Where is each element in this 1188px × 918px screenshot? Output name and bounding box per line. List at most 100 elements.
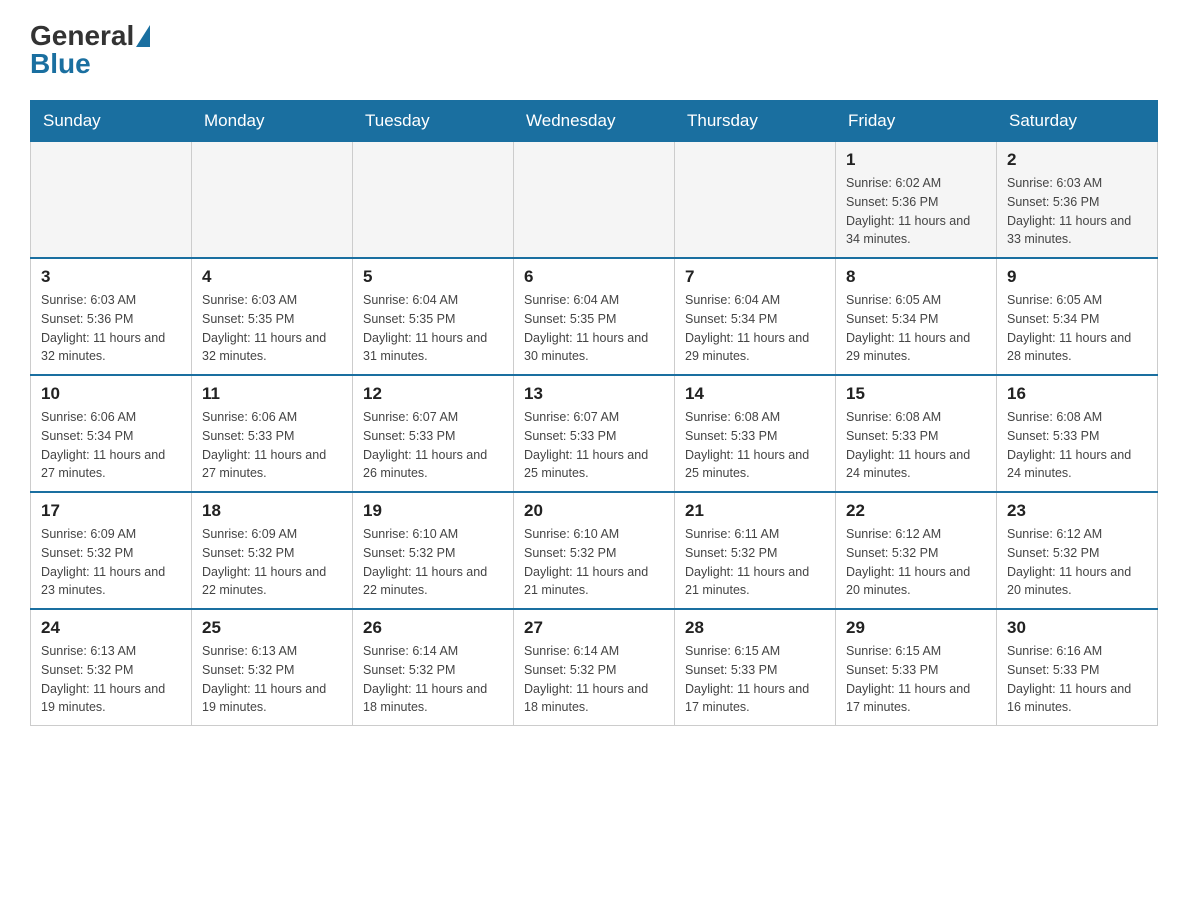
calendar-day-cell: 8 Sunrise: 6:05 AMSunset: 5:34 PMDaylight… [836,258,997,375]
day-info: Sunrise: 6:08 AMSunset: 5:33 PMDaylight:… [685,408,825,483]
day-number: 21 [685,501,825,521]
calendar-week-row: 10Sunrise: 6:06 AMSunset: 5:34 PMDayligh… [31,375,1158,492]
day-number: 6 [524,267,664,287]
day-info: Sunrise: 6:03 AMSunset: 5:35 PMDaylight:… [202,291,342,366]
calendar-day-cell: 3 Sunrise: 6:03 AMSunset: 5:36 PMDaylight… [31,258,192,375]
calendar-day-cell: 21 Sunrise: 6:11 AMSunset: 5:32 PMDayligh… [675,492,836,609]
day-info: Sunrise: 6:03 AMSunset: 5:36 PMDaylight:… [1007,174,1147,249]
weekday-header-thursday: Thursday [675,101,836,142]
day-number: 29 [846,618,986,638]
day-number: 9 [1007,267,1147,287]
day-number: 27 [524,618,664,638]
day-info: Sunrise: 6:05 AMSunset: 5:34 PMDaylight:… [1007,291,1147,366]
day-info: Sunrise: 6:14 AMSunset: 5:32 PMDaylight:… [363,642,503,717]
calendar-day-cell: 9 Sunrise: 6:05 AMSunset: 5:34 PMDaylight… [997,258,1158,375]
day-number: 11 [202,384,342,404]
day-info: Sunrise: 6:10 AMSunset: 5:32 PMDaylight:… [524,525,664,600]
day-info: Sunrise: 6:12 AMSunset: 5:32 PMDaylight:… [1007,525,1147,600]
calendar-day-cell [675,142,836,259]
calendar-day-cell: 13 Sunrise: 6:07 AMSunset: 5:33 PMDayligh… [514,375,675,492]
calendar-week-row: 1 Sunrise: 6:02 AMSunset: 5:36 PMDaylight… [31,142,1158,259]
day-number: 5 [363,267,503,287]
calendar-day-cell: 16 Sunrise: 6:08 AMSunset: 5:33 PMDayligh… [997,375,1158,492]
day-number: 3 [41,267,181,287]
calendar-day-cell: 23 Sunrise: 6:12 AMSunset: 5:32 PMDayligh… [997,492,1158,609]
calendar-day-cell: 25Sunrise: 6:13 AMSunset: 5:32 PMDayligh… [192,609,353,726]
day-info: Sunrise: 6:11 AMSunset: 5:32 PMDaylight:… [685,525,825,600]
calendar-day-cell: 14 Sunrise: 6:08 AMSunset: 5:33 PMDayligh… [675,375,836,492]
calendar-table: SundayMondayTuesdayWednesdayThursdayFrid… [30,100,1158,726]
day-info: Sunrise: 6:07 AMSunset: 5:33 PMDaylight:… [524,408,664,483]
calendar-day-cell [192,142,353,259]
weekday-header-wednesday: Wednesday [514,101,675,142]
day-number: 19 [363,501,503,521]
day-number: 2 [1007,150,1147,170]
day-info: Sunrise: 6:12 AMSunset: 5:32 PMDaylight:… [846,525,986,600]
day-info: Sunrise: 6:15 AMSunset: 5:33 PMDaylight:… [846,642,986,717]
day-number: 17 [41,501,181,521]
calendar-day-cell: 24Sunrise: 6:13 AMSunset: 5:32 PMDayligh… [31,609,192,726]
calendar-day-cell: 22Sunrise: 6:12 AMSunset: 5:32 PMDayligh… [836,492,997,609]
day-number: 7 [685,267,825,287]
day-number: 8 [846,267,986,287]
day-info: Sunrise: 6:08 AMSunset: 5:33 PMDaylight:… [1007,408,1147,483]
logo: General Blue [30,20,150,80]
day-info: Sunrise: 6:04 AMSunset: 5:35 PMDaylight:… [363,291,503,366]
logo-blue-text: Blue [30,48,91,79]
day-number: 25 [202,618,342,638]
weekday-header-saturday: Saturday [997,101,1158,142]
weekday-header-tuesday: Tuesday [353,101,514,142]
day-info: Sunrise: 6:14 AMSunset: 5:32 PMDaylight:… [524,642,664,717]
day-info: Sunrise: 6:08 AMSunset: 5:33 PMDaylight:… [846,408,986,483]
calendar-day-cell: 29 Sunrise: 6:15 AMSunset: 5:33 PMDayligh… [836,609,997,726]
calendar-day-cell: 27 Sunrise: 6:14 AMSunset: 5:32 PMDayligh… [514,609,675,726]
day-number: 20 [524,501,664,521]
day-info: Sunrise: 6:05 AMSunset: 5:34 PMDaylight:… [846,291,986,366]
calendar-day-cell: 19 Sunrise: 6:10 AMSunset: 5:32 PMDayligh… [353,492,514,609]
calendar-day-cell: 20 Sunrise: 6:10 AMSunset: 5:32 PMDayligh… [514,492,675,609]
calendar-day-cell: 12 Sunrise: 6:07 AMSunset: 5:33 PMDayligh… [353,375,514,492]
calendar-day-cell: 15 Sunrise: 6:08 AMSunset: 5:33 PMDayligh… [836,375,997,492]
calendar-day-cell: 2 Sunrise: 6:03 AMSunset: 5:36 PMDaylight… [997,142,1158,259]
day-number: 13 [524,384,664,404]
day-number: 15 [846,384,986,404]
day-number: 30 [1007,618,1147,638]
calendar-day-cell: 26 Sunrise: 6:14 AMSunset: 5:32 PMDayligh… [353,609,514,726]
day-number: 28 [685,618,825,638]
day-number: 23 [1007,501,1147,521]
day-info: Sunrise: 6:04 AMSunset: 5:34 PMDaylight:… [685,291,825,366]
calendar-day-cell [514,142,675,259]
weekday-header-row: SundayMondayTuesdayWednesdayThursdayFrid… [31,101,1158,142]
calendar-day-cell: 1 Sunrise: 6:02 AMSunset: 5:36 PMDaylight… [836,142,997,259]
day-number: 18 [202,501,342,521]
calendar-day-cell: 18 Sunrise: 6:09 AMSunset: 5:32 PMDayligh… [192,492,353,609]
calendar-week-row: 3 Sunrise: 6:03 AMSunset: 5:36 PMDaylight… [31,258,1158,375]
day-info: Sunrise: 6:13 AMSunset: 5:32 PMDaylight:… [41,642,181,717]
calendar-week-row: 17 Sunrise: 6:09 AMSunset: 5:32 PMDayligh… [31,492,1158,609]
calendar-day-cell: 11 Sunrise: 6:06 AMSunset: 5:33 PMDayligh… [192,375,353,492]
day-number: 10 [41,384,181,404]
calendar-day-cell: 4 Sunrise: 6:03 AMSunset: 5:35 PMDaylight… [192,258,353,375]
calendar-day-cell [31,142,192,259]
day-number: 16 [1007,384,1147,404]
day-info: Sunrise: 6:04 AMSunset: 5:35 PMDaylight:… [524,291,664,366]
calendar-week-row: 24Sunrise: 6:13 AMSunset: 5:32 PMDayligh… [31,609,1158,726]
calendar-day-cell: 30 Sunrise: 6:16 AMSunset: 5:33 PMDayligh… [997,609,1158,726]
calendar-day-cell: 5 Sunrise: 6:04 AMSunset: 5:35 PMDaylight… [353,258,514,375]
day-number: 1 [846,150,986,170]
day-info: Sunrise: 6:10 AMSunset: 5:32 PMDaylight:… [363,525,503,600]
day-number: 14 [685,384,825,404]
day-info: Sunrise: 6:16 AMSunset: 5:33 PMDaylight:… [1007,642,1147,717]
weekday-header-sunday: Sunday [31,101,192,142]
day-info: Sunrise: 6:06 AMSunset: 5:33 PMDaylight:… [202,408,342,483]
day-info: Sunrise: 6:09 AMSunset: 5:32 PMDaylight:… [41,525,181,600]
day-info: Sunrise: 6:02 AMSunset: 5:36 PMDaylight:… [846,174,986,249]
day-info: Sunrise: 6:07 AMSunset: 5:33 PMDaylight:… [363,408,503,483]
day-info: Sunrise: 6:03 AMSunset: 5:36 PMDaylight:… [41,291,181,366]
day-number: 26 [363,618,503,638]
day-number: 12 [363,384,503,404]
day-info: Sunrise: 6:09 AMSunset: 5:32 PMDaylight:… [202,525,342,600]
day-number: 4 [202,267,342,287]
page-header: General Blue [30,20,1158,80]
calendar-day-cell: 17 Sunrise: 6:09 AMSunset: 5:32 PMDayligh… [31,492,192,609]
